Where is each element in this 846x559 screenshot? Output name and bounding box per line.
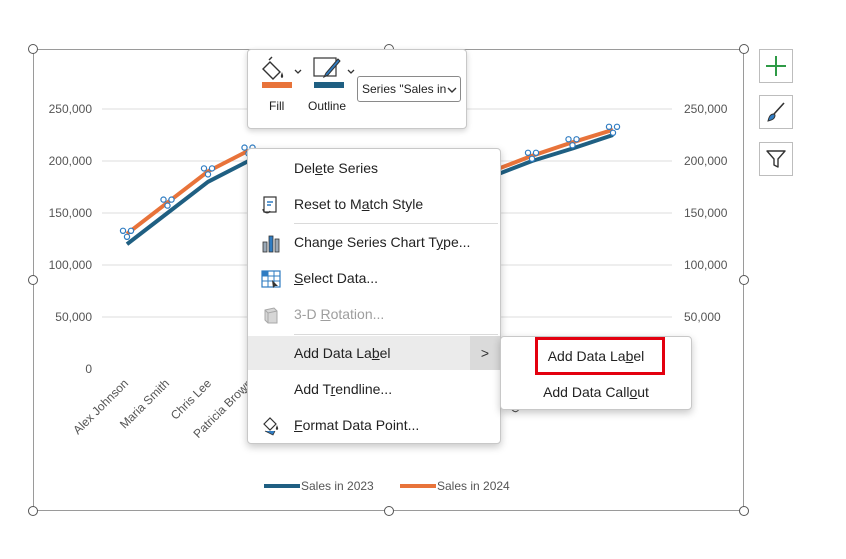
- menu-item-format-data-point[interactable]: Format Data Point...: [248, 408, 500, 442]
- resize-handle-right-middle[interactable]: [739, 275, 749, 285]
- submenu-item-add-data-callout[interactable]: Add Data Callout: [501, 375, 691, 409]
- menu-item-change-chart-type[interactable]: Change Series Chart Type...: [248, 225, 500, 259]
- reset-style-icon: [262, 196, 277, 214]
- menu-item-3d-rotation: 3-D Rotation...: [248, 297, 500, 331]
- menu-item-add-data-label[interactable]: Add Data Label >: [248, 336, 500, 370]
- resize-handle-top-right[interactable]: [739, 44, 749, 54]
- fill-label: Fill: [269, 99, 285, 113]
- context-menu: Delete Series Reset to Match Style Chang…: [247, 148, 501, 444]
- menu-item-add-trendline[interactable]: Add Trendline...: [248, 372, 500, 406]
- annotation-highlight-box: [535, 337, 665, 375]
- submenu-arrow: >: [470, 336, 500, 370]
- format-icon: [263, 417, 279, 436]
- pen-outline-icon: [313, 57, 355, 88]
- chevron-down-icon: [447, 87, 457, 93]
- chart-styles-button[interactable]: [759, 95, 793, 129]
- outline-label: Outline: [308, 99, 347, 113]
- resize-handle-left-middle[interactable]: [28, 275, 38, 285]
- mini-toolbar: Fill Outline Series "Sales in: [247, 49, 467, 129]
- chart-filters-button[interactable]: [759, 142, 793, 176]
- plus-icon: [766, 56, 786, 76]
- paint-bucket-icon: [262, 56, 302, 88]
- series-select-value: Series "Sales in: [362, 82, 447, 96]
- brush-icon: [767, 102, 785, 122]
- menu-item-delete-series[interactable]: Delete Series: [248, 151, 500, 185]
- rotation-icon: [264, 307, 278, 324]
- menu-item-reset-style[interactable]: Reset to Match Style: [248, 187, 500, 221]
- fill-button[interactable]: Fill: [258, 56, 308, 118]
- resize-handle-top-left[interactable]: [28, 44, 38, 54]
- select-data-icon: [261, 270, 281, 288]
- series-select-dropdown[interactable]: Series "Sales in: [357, 76, 461, 102]
- menu-separator: [294, 223, 498, 224]
- chart-elements-button[interactable]: [759, 49, 793, 83]
- menu-item-select-data[interactable]: Select Data...: [248, 261, 500, 295]
- menu-separator: [294, 334, 498, 335]
- resize-handle-bottom-middle[interactable]: [384, 506, 394, 516]
- outline-button[interactable]: Outline: [306, 56, 356, 118]
- resize-handle-bottom-right[interactable]: [739, 506, 749, 516]
- resize-handle-bottom-left[interactable]: [28, 506, 38, 516]
- filter-icon: [766, 150, 786, 168]
- chart-type-icon: [262, 235, 280, 253]
